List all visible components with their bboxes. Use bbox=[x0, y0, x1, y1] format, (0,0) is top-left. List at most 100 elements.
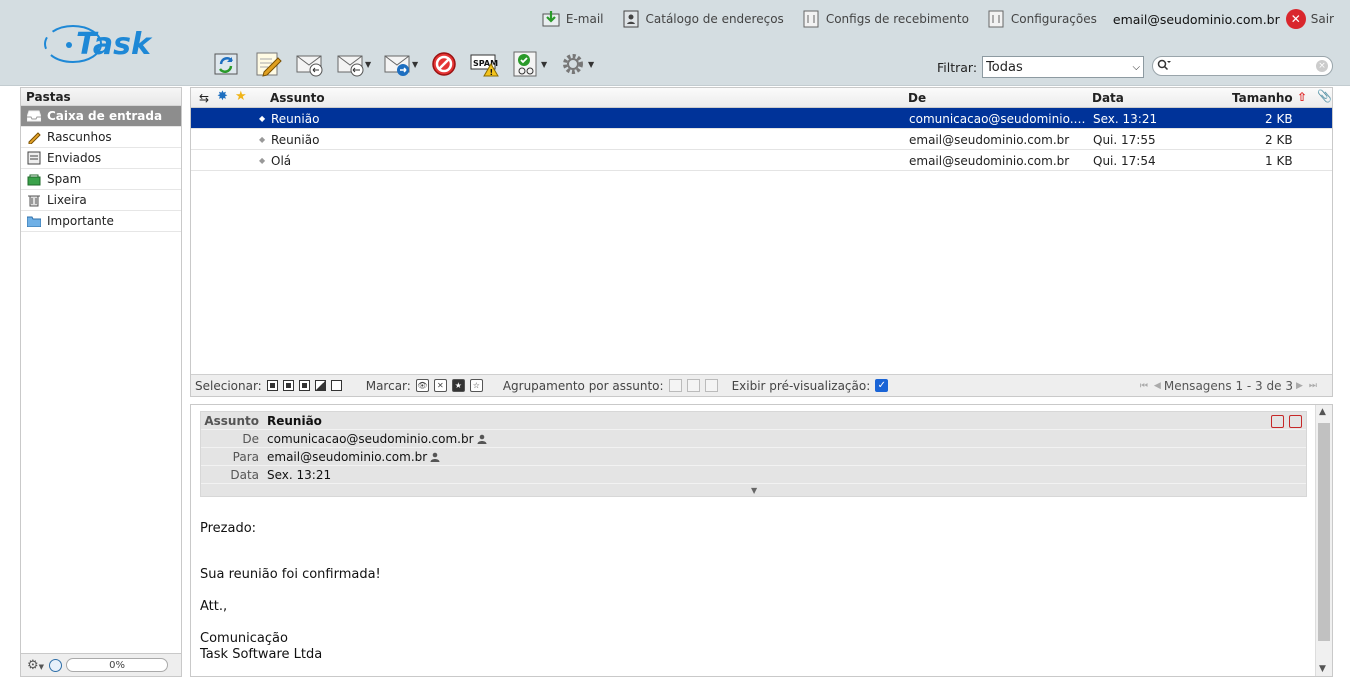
column-subject[interactable]: Assunto bbox=[270, 91, 325, 105]
mark-dropdown-icon[interactable]: ▼ bbox=[541, 60, 551, 69]
prev-page-icon[interactable]: ◀ bbox=[1154, 381, 1161, 391]
gear-icon[interactable]: ⚙▼ bbox=[27, 658, 44, 673]
trash-icon bbox=[27, 193, 41, 207]
header-subject-row: Assunto Reunião bbox=[201, 412, 1306, 430]
nav-receive-settings[interactable]: Configs de recebimento bbox=[802, 10, 969, 28]
logout-button[interactable]: ✕ Sair bbox=[1285, 9, 1334, 29]
first-page-icon[interactable]: ⏮ bbox=[1140, 381, 1148, 391]
nav-address-book[interactable]: Catálogo de endereços bbox=[622, 10, 784, 28]
mark-unread-icon[interactable]: ✕ bbox=[433, 379, 447, 392]
forward-button[interactable] bbox=[382, 49, 412, 79]
nav-email[interactable]: E-mail bbox=[542, 10, 604, 28]
unread-column-icon[interactable]: ✸ bbox=[217, 89, 228, 104]
body-line: Comunicação bbox=[200, 631, 288, 646]
row-size: 1 KB bbox=[1265, 154, 1293, 168]
scrollbar-thumb[interactable] bbox=[1318, 423, 1330, 641]
mark-read-button[interactable] bbox=[511, 49, 541, 79]
body-line: Task Software Ltda bbox=[200, 647, 323, 662]
subject-value: Reunião bbox=[267, 414, 322, 428]
spam-button[interactable]: SPAM! bbox=[470, 49, 500, 79]
nav-settings[interactable]: Configurações bbox=[987, 10, 1097, 28]
receive-settings-icon bbox=[802, 10, 820, 28]
filter-area: Filtrar: Todas ⌵ bbox=[937, 56, 1145, 78]
preview-checkbox[interactable]: ✓ bbox=[875, 379, 889, 392]
more-options-button[interactable] bbox=[558, 49, 588, 79]
contact-icon[interactable] bbox=[477, 434, 487, 444]
reply-all-dropdown-icon[interactable]: ▼ bbox=[365, 60, 375, 69]
next-page-icon[interactable]: ▶ bbox=[1296, 381, 1303, 391]
mark-flagged-icon[interactable]: ★ bbox=[451, 379, 465, 392]
sort-arrow-icon[interactable]: ⇧ bbox=[1297, 90, 1307, 104]
options-dropdown-icon[interactable]: ▼ bbox=[588, 60, 598, 69]
expand-headers-icon[interactable]: ▼ bbox=[751, 486, 757, 495]
date-value: Sex. 13:21 bbox=[267, 468, 332, 482]
pager-text: Mensagens 1 - 3 de 3 bbox=[1163, 379, 1293, 393]
column-date[interactable]: Data bbox=[1092, 91, 1124, 105]
task-logo[interactable]: Task bbox=[40, 20, 165, 72]
folder-spam[interactable]: Spam bbox=[21, 169, 181, 190]
folder-trash[interactable]: Lixeira bbox=[21, 190, 181, 211]
to-value[interactable]: email@seudominio.com.br bbox=[267, 450, 440, 464]
compose-button[interactable] bbox=[253, 49, 283, 79]
body-line: Prezado: bbox=[200, 521, 257, 536]
address-book-icon bbox=[622, 10, 640, 28]
clear-search-icon[interactable]: × bbox=[1316, 60, 1328, 72]
row-date: Sex. 13:21 bbox=[1093, 112, 1158, 126]
table-row[interactable]: ◆ Olá email@seudominio.com.br Qui. 17:54… bbox=[191, 150, 1332, 171]
select-none-icon[interactable] bbox=[330, 380, 342, 391]
row-date: Qui. 17:55 bbox=[1093, 133, 1156, 147]
attachment-icon[interactable]: 📎 bbox=[1317, 89, 1332, 103]
message-body: Prezado: Sua reunião foi confirmada! Att… bbox=[200, 521, 381, 663]
folder-drafts[interactable]: Rascunhos bbox=[21, 127, 181, 148]
check-mail-button[interactable] bbox=[212, 49, 242, 79]
pencil-icon bbox=[27, 130, 41, 144]
forward-dropdown-icon[interactable]: ▼ bbox=[412, 60, 422, 69]
header-to-row: Para email@seudominio.com.br bbox=[201, 448, 1306, 466]
column-size[interactable]: Tamanho bbox=[1232, 91, 1293, 105]
group-collapse-icon[interactable] bbox=[704, 379, 718, 392]
delete-button[interactable] bbox=[429, 49, 459, 79]
scroll-up-icon[interactable]: ▲ bbox=[1319, 407, 1326, 417]
mark-unflagged-icon[interactable]: ☆ bbox=[469, 379, 483, 392]
select-page-icon[interactable] bbox=[282, 380, 294, 391]
row-date: Qui. 17:54 bbox=[1093, 154, 1156, 168]
group-thread-icon[interactable] bbox=[668, 379, 682, 392]
compose-icon bbox=[256, 52, 282, 77]
search-input[interactable]: × bbox=[1152, 56, 1333, 76]
select-unread-icon[interactable] bbox=[298, 380, 310, 391]
open-in-window-icon[interactable] bbox=[1289, 415, 1302, 428]
table-row[interactable]: ◆ Reunião comunicacao@seudominio.co... S… bbox=[191, 108, 1332, 129]
table-row[interactable]: ◆ Reunião email@seudominio.com.br Qui. 1… bbox=[191, 129, 1332, 150]
select-all-icon[interactable] bbox=[266, 380, 278, 391]
column-from[interactable]: De bbox=[908, 91, 926, 105]
select-invert-icon[interactable] bbox=[314, 380, 326, 391]
message-preview: Assunto Reunião De comunicacao@seudomini… bbox=[190, 404, 1333, 677]
refresh-mail-icon bbox=[214, 53, 238, 75]
svg-text:!: ! bbox=[490, 68, 494, 77]
list-options-icon[interactable]: ⇆ bbox=[199, 91, 209, 105]
preview-scrollbar[interactable]: ▲ ▼ bbox=[1315, 405, 1332, 676]
mark-read-icon bbox=[513, 51, 537, 77]
search-icon bbox=[1157, 59, 1171, 74]
message-list: ⇆ ✸ ★ Assunto De Data Tamanho ⇧ 📎 ◆ Reun… bbox=[190, 87, 1333, 397]
inbox-icon bbox=[27, 109, 41, 123]
folder-sent[interactable]: Enviados bbox=[21, 148, 181, 169]
group-expand-icon[interactable] bbox=[686, 379, 700, 392]
flag-star-icon[interactable]: ★ bbox=[235, 89, 247, 104]
scroll-down-icon[interactable]: ▼ bbox=[1319, 664, 1326, 674]
mark-read-icon[interactable]: 👁 bbox=[415, 379, 429, 392]
group-label: Agrupamento por assunto: bbox=[502, 378, 664, 393]
last-page-icon[interactable]: ⏭ bbox=[1309, 381, 1317, 391]
row-size: 2 KB bbox=[1265, 112, 1293, 126]
reply-all-button[interactable] bbox=[335, 49, 365, 79]
email-download-icon bbox=[542, 10, 560, 28]
view-source-icon[interactable] bbox=[1271, 415, 1284, 428]
folder-important[interactable]: Importante bbox=[21, 211, 181, 232]
reply-button[interactable] bbox=[294, 49, 324, 79]
body-line: Att., bbox=[200, 599, 228, 614]
body-line: Sua reunião foi confirmada! bbox=[200, 567, 381, 582]
filter-select[interactable]: Todas ⌵ bbox=[982, 56, 1145, 78]
from-value[interactable]: comunicacao@seudominio.com.br bbox=[267, 432, 487, 446]
folder-inbox[interactable]: Caixa de entrada bbox=[21, 106, 181, 127]
contact-icon[interactable] bbox=[430, 452, 440, 462]
